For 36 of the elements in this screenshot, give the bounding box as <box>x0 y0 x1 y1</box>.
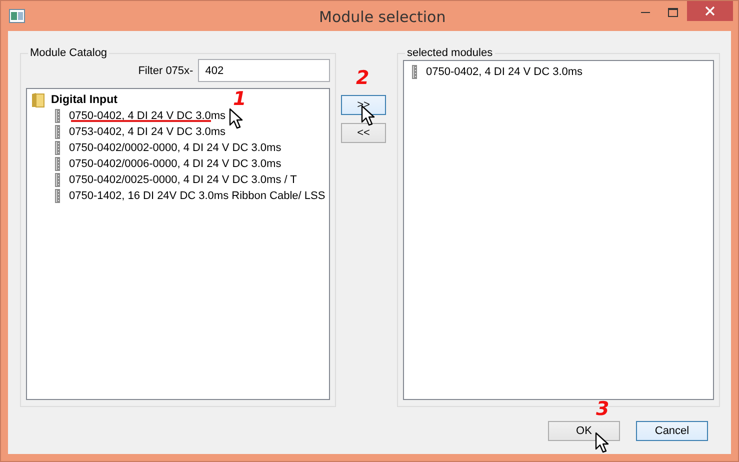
tree-item[interactable]: 0750-0402/0006-0000, 4 DI 24 V DC 3.0ms <box>69 158 282 170</box>
minimize-icon <box>640 11 650 13</box>
list-item[interactable]: 0750-0402, 4 DI 24 V DC 3.0ms <box>426 66 583 78</box>
tree-item[interactable]: 0750-0402/0025-0000, 4 DI 24 V DC 3.0ms / T <box>69 174 297 186</box>
remove-button[interactable]: << <box>341 123 386 143</box>
module-icon <box>55 125 60 139</box>
module-icon <box>55 157 60 171</box>
filter-label: Filter 075x- <box>138 64 194 76</box>
tree-item[interactable]: 0750-0402, 4 DI 24 V DC 3.0ms <box>69 110 226 122</box>
tree-item[interactable]: 0750-0402/0002-0000, 4 DI 24 V DC 3.0ms <box>69 142 282 154</box>
step-number: 3 <box>596 400 610 419</box>
folder-icon <box>31 92 45 108</box>
module-icon <box>55 173 60 187</box>
add-button[interactable]: >> <box>341 95 386 115</box>
mouse-cursor-icon <box>361 105 375 126</box>
module-icon <box>412 65 417 79</box>
group-title: selected modules <box>406 47 494 59</box>
step-number: 2 <box>356 69 370 88</box>
group-title: Module Catalog <box>29 47 108 59</box>
close-icon <box>705 6 715 16</box>
tree-node[interactable]: Digital Input <box>51 94 118 106</box>
mouse-cursor-icon <box>595 432 609 453</box>
filter-field[interactable]: 402 <box>198 59 330 82</box>
ok-button[interactable]: OK <box>548 421 620 441</box>
window-title: Module selection <box>319 8 446 26</box>
tree-item[interactable]: 0753-0402, 4 DI 24 V DC 3.0ms <box>69 126 226 138</box>
close-button[interactable] <box>687 1 733 21</box>
module-icon <box>55 109 60 123</box>
tree-item[interactable]: 0750-1402, 16 DI 24V DC 3.0ms Ribbon Cable/ LSS <box>69 190 326 202</box>
module-icon <box>55 141 60 155</box>
module-icon <box>55 189 60 203</box>
step-number: 1 <box>233 90 246 109</box>
cancel-button[interactable]: Cancel <box>636 421 708 441</box>
maximize-icon <box>668 8 678 16</box>
window-icon <box>9 9 25 23</box>
mouse-cursor-icon <box>229 108 243 129</box>
